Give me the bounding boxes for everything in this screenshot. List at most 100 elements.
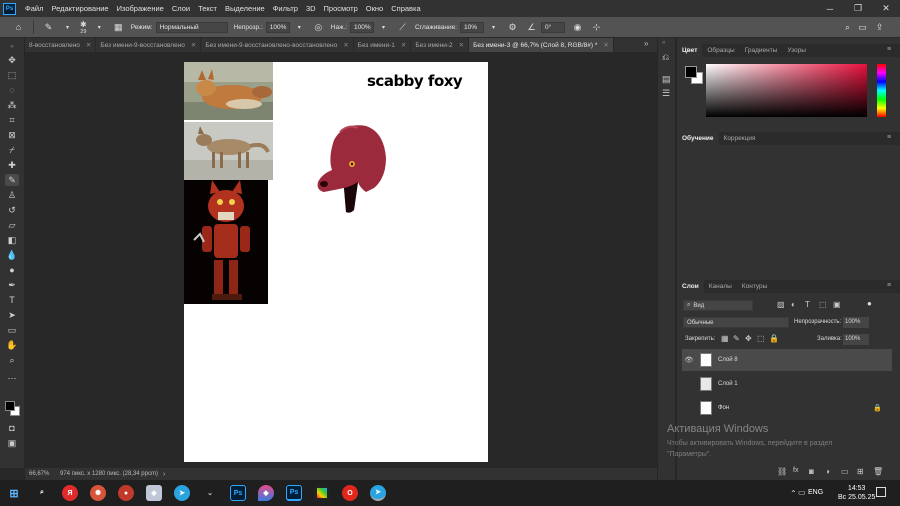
more-tools-icon[interactable]: ⋯	[5, 372, 19, 384]
minimize-icon[interactable]: ─	[816, 0, 844, 17]
app-icon[interactable]: ⌄	[202, 485, 218, 501]
adjustments-panel-icon[interactable]: ☰	[662, 88, 670, 99]
clock[interactable]: 14:53 Вс 25.05.25	[838, 484, 875, 502]
fill-field[interactable]: 100%	[843, 334, 869, 345]
app-icon[interactable]: ✺	[90, 485, 106, 501]
eye-icon[interactable]: 👁	[682, 356, 696, 364]
menu-image[interactable]: Изображение	[113, 4, 168, 13]
search-icon[interactable]: ⌕	[841, 21, 854, 34]
opacity-field[interactable]: 100%	[265, 21, 290, 33]
new-layer-icon[interactable]: ⊞	[857, 467, 864, 476]
link-layers-icon[interactable]: ⛓	[777, 467, 787, 476]
chevron-down-icon[interactable]: ▾	[61, 21, 74, 34]
tab-paths[interactable]: Контуры	[737, 280, 773, 293]
chevron-down-icon[interactable]: ▾	[293, 21, 306, 34]
menu-window[interactable]: Окно	[362, 4, 387, 13]
workspace-icon[interactable]: ▭	[856, 21, 869, 34]
planet-app-icon[interactable]: ●	[118, 485, 134, 501]
filter-toggle-icon[interactable]: ●	[867, 299, 872, 308]
layer-name[interactable]: Слой 8	[718, 357, 738, 363]
opera-icon[interactable]: O	[342, 485, 358, 501]
telegram-icon[interactable]: ➤	[174, 485, 190, 501]
app-icon[interactable]	[314, 485, 330, 501]
trash-icon[interactable]: 🗑	[873, 467, 883, 476]
frame-tool-icon[interactable]: ⊠	[5, 129, 19, 141]
menu-type[interactable]: Текст	[194, 4, 221, 13]
filter-adjustment-icon[interactable]: ◐	[791, 300, 796, 309]
brush-settings-icon[interactable]: ▦	[112, 21, 125, 34]
menu-help[interactable]: Справка	[387, 4, 424, 13]
blur-tool-icon[interactable]: 💧	[5, 249, 19, 261]
hand-tool-icon[interactable]: ✋	[5, 339, 19, 351]
cube-app-icon[interactable]: ◆	[146, 485, 162, 501]
windows-start-icon[interactable]: ⊞	[6, 485, 22, 501]
collapse-icon[interactable]: «	[662, 40, 665, 46]
healing-brush-tool-icon[interactable]: ✚	[5, 159, 19, 171]
layer-name[interactable]: Фон	[718, 405, 729, 411]
gear-icon[interactable]: ⚙	[506, 21, 519, 34]
tab-swatches[interactable]: Образцы	[702, 44, 739, 57]
color-picker-field[interactable]	[706, 64, 867, 117]
smoothing-field[interactable]: 10%	[460, 21, 484, 33]
pressure-size-icon[interactable]: ◉	[571, 21, 584, 34]
history-brush-tool-icon[interactable]: ↺	[5, 204, 19, 216]
zoom-tool-icon[interactable]: ⌕	[5, 354, 19, 366]
menu-filter[interactable]: Фильтр	[269, 4, 302, 13]
menu-edit[interactable]: Редактирование	[47, 4, 112, 13]
menu-select[interactable]: Выделение	[221, 4, 269, 13]
stamp-tool-icon[interactable]: ♙	[5, 189, 19, 201]
tab-color[interactable]: Цвет	[677, 44, 703, 57]
menu-file[interactable]: Файл	[21, 4, 47, 13]
home-icon[interactable]: ⌂	[12, 21, 25, 34]
lock-artboard-icon[interactable]: ⬚	[757, 334, 765, 343]
layer-name[interactable]: Слой 1	[718, 381, 738, 387]
brush-preset-picker[interactable]: ✱ 29	[80, 20, 87, 35]
tab-document-active[interactable]: Без имени-3 @ 66,7% (Слой 8, RGB/8#) * ✕	[469, 38, 614, 52]
dodge-tool-icon[interactable]: ●	[5, 264, 19, 276]
tab-learn[interactable]: Обучение	[677, 132, 719, 145]
filter-type-icon[interactable]: T	[805, 300, 810, 309]
menu-3d[interactable]: 3D	[302, 4, 320, 13]
brush-tool-icon[interactable]: ✎	[42, 21, 55, 34]
share-icon[interactable]: ⇪	[873, 21, 886, 34]
tab-document-4[interactable]: Без имени-1 ✕	[354, 38, 412, 52]
tab-document-2[interactable]: Без имени-9-восстановлено ✕	[96, 38, 202, 52]
brush-tool-icon[interactable]: ✎	[5, 174, 19, 186]
properties-panel-icon[interactable]: ▤	[662, 74, 671, 85]
pen-tool-icon[interactable]: ✒	[5, 279, 19, 291]
lock-pixels-icon[interactable]: ✎	[733, 334, 740, 343]
tab-document-3[interactable]: Без имени-9-восстановлено-восстановлено ✕	[201, 38, 354, 52]
lock-position-icon[interactable]: ✥	[745, 334, 752, 343]
tab-gradients[interactable]: Градиенты	[740, 44, 783, 57]
document-canvas[interactable]: scabby foxy	[184, 62, 488, 462]
airbrush-icon[interactable]: ⟋	[396, 21, 409, 34]
angle-icon[interactable]: ∠	[525, 21, 538, 34]
foreground-color-swatch[interactable]	[5, 401, 15, 411]
layer-opacity-field[interactable]: 100%	[843, 317, 869, 328]
close-icon[interactable]: ✕	[401, 41, 406, 49]
zoom-level[interactable]: 66,67%	[29, 471, 57, 477]
layer-style-icon[interactable]: fx	[793, 467, 798, 474]
pressure-field[interactable]: 100%	[350, 21, 375, 33]
tab-adjustments[interactable]: Коррекция	[719, 132, 761, 145]
panel-menu-icon[interactable]: ≡	[887, 282, 891, 289]
blend-mode-select[interactable]: Обычные	[683, 317, 789, 328]
filter-smart-object-icon[interactable]: ▣	[833, 300, 841, 309]
quick-select-tool-icon[interactable]: ⁂	[5, 99, 19, 111]
add-mask-icon[interactable]: ◙	[809, 467, 814, 476]
filter-shape-icon[interactable]: ⬚	[819, 300, 827, 309]
tabs-overflow-icon[interactable]: »	[644, 39, 648, 48]
close-icon[interactable]: ✕	[191, 41, 196, 49]
gradient-tool-icon[interactable]: ◧	[5, 234, 19, 246]
tab-document-5[interactable]: Без имени-2 ✕	[411, 38, 470, 52]
chevron-right-icon[interactable]: ›	[163, 471, 165, 478]
tab-document-1[interactable]: 8-восстановлено ✕	[25, 38, 97, 52]
menu-view[interactable]: Просмотр	[320, 4, 362, 13]
lock-transparency-icon[interactable]: ▦	[721, 334, 729, 343]
mode-select[interactable]: Нормальный	[155, 21, 228, 33]
telegram-active-icon[interactable]: ➤	[370, 485, 386, 501]
hue-slider[interactable]	[877, 64, 886, 117]
lasso-tool-icon[interactable]: ◌	[5, 84, 19, 96]
chevron-down-icon[interactable]: ▾	[487, 21, 500, 34]
lock-all-icon[interactable]: 🔒	[769, 334, 779, 343]
